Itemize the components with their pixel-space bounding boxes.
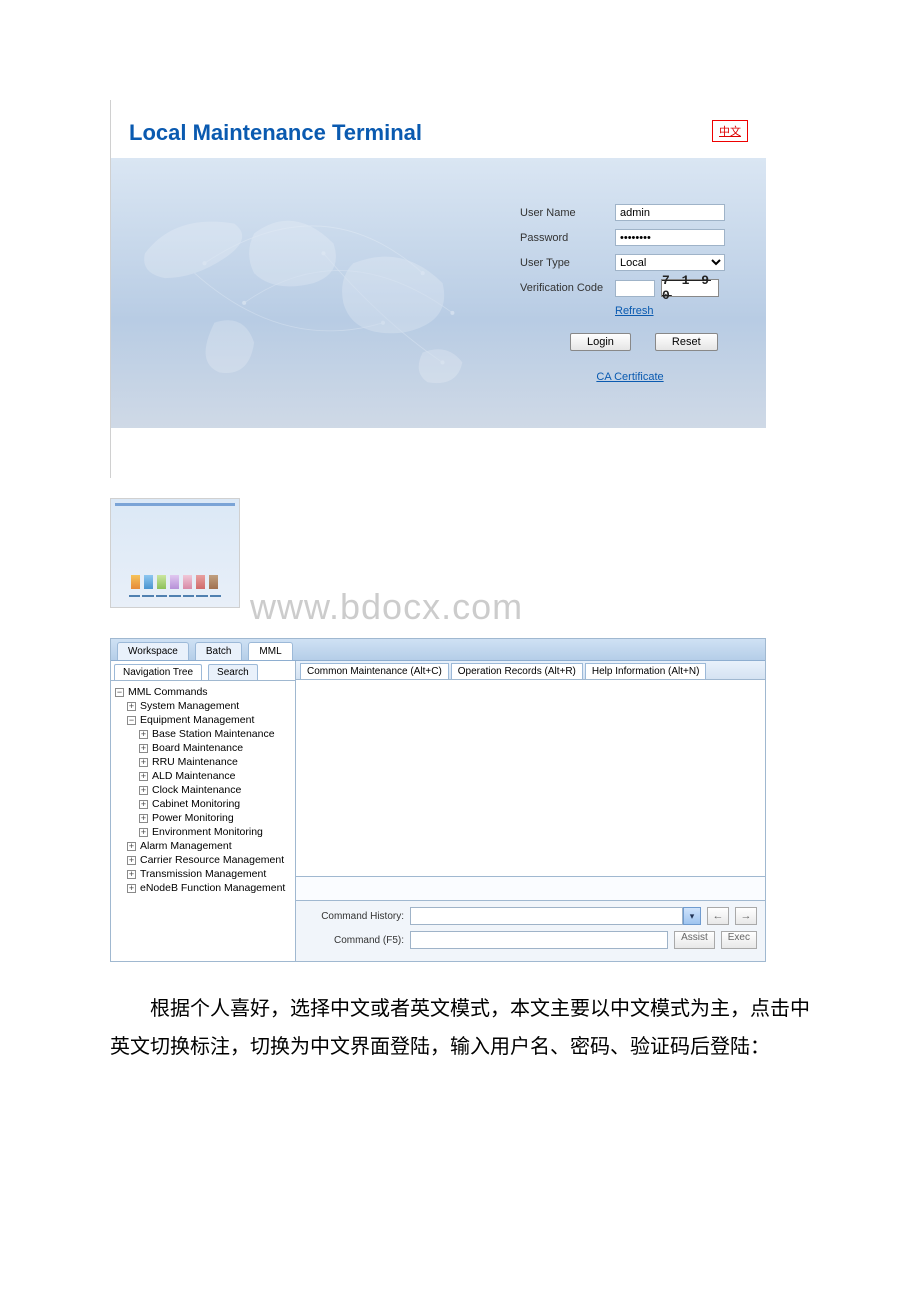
world-map-icon — [127, 174, 520, 412]
tree-item-label: Carrier Resource Management — [140, 853, 284, 867]
tree-item[interactable]: −Equipment Management — [115, 713, 291, 727]
workbench-window: Workspace Batch MML Navigation Tree Sear… — [110, 638, 766, 962]
tree-expand-icon[interactable]: + — [127, 870, 136, 879]
username-label: User Name — [520, 207, 615, 219]
tree-expand-icon[interactable]: + — [139, 758, 148, 767]
history-dropdown-button[interactable]: ▾ — [683, 907, 701, 925]
login-footer — [111, 428, 766, 478]
tree-item[interactable]: + Base Station Maintenance — [115, 727, 291, 741]
password-label: Password — [520, 232, 615, 244]
login-header: Local Maintenance Terminal 中文 — [111, 100, 766, 158]
tree-item[interactable]: + Board Maintenance — [115, 741, 291, 755]
command-input[interactable] — [410, 931, 668, 949]
tree-expand-icon[interactable]: + — [127, 884, 136, 893]
main-panel: Common Maintenance (Alt+C) Operation Rec… — [296, 661, 765, 961]
tree-expand-icon[interactable]: − — [127, 716, 136, 725]
tree-item-label: Base Station Maintenance — [152, 727, 275, 741]
tree-item-label: Board Maintenance — [152, 741, 243, 755]
tree-item[interactable]: + Power Monitoring — [115, 811, 291, 825]
vcode-input[interactable] — [615, 280, 655, 297]
command-label: Command (F5): — [304, 935, 404, 946]
tree-item-label: Cabinet Monitoring — [152, 797, 240, 811]
tree-item-label: RRU Maintenance — [152, 755, 238, 769]
usertype-label: User Type — [520, 257, 615, 269]
thumbnail-image — [110, 498, 240, 608]
watermark-text: www.bdocx.com — [250, 586, 810, 628]
tree-item-label: ALD Maintenance — [152, 769, 235, 783]
username-input[interactable] — [615, 204, 725, 221]
tree-expand-icon[interactable]: + — [139, 730, 148, 739]
tree-item[interactable]: + Carrier Resource Management — [115, 853, 291, 867]
main-tab-common-maintenance[interactable]: Common Maintenance (Alt+C) — [300, 663, 449, 679]
navigation-tree: − MML Commands +System Management−Equipm… — [111, 681, 295, 961]
tree-item[interactable]: + System Management — [115, 699, 291, 713]
login-button[interactable]: Login — [570, 333, 631, 351]
workbench-tabs: Workspace Batch MML — [111, 639, 765, 661]
usertype-select[interactable]: Local — [615, 254, 725, 271]
ca-certificate-link[interactable]: CA Certificate — [596, 371, 663, 383]
tree-expand-icon[interactable]: + — [139, 786, 148, 795]
tree-item-label: Clock Maintenance — [152, 783, 241, 797]
language-switch-link[interactable]: 中文 — [712, 120, 748, 142]
tree-item[interactable]: + Cabinet Monitoring — [115, 797, 291, 811]
password-input[interactable] — [615, 229, 725, 246]
exec-button[interactable]: Exec — [721, 931, 757, 949]
tree-expand-icon[interactable]: + — [127, 702, 136, 711]
tree-item-label: Alarm Management — [140, 839, 232, 853]
tree-expand-icon[interactable]: + — [127, 856, 136, 865]
tab-mml[interactable]: MML — [248, 642, 292, 660]
body-paragraph: 根据个人喜好，选择中文或者英文模式，本文主要以中文模式为主，点击中英文切换标注，… — [110, 990, 810, 1066]
tree-item[interactable]: + RRU Maintenance — [115, 755, 291, 769]
tree-item[interactable]: + eNodeB Function Management — [115, 881, 291, 895]
vcode-label: Verification Code — [520, 282, 615, 294]
tree-item-label: Equipment Management — [140, 713, 254, 727]
assist-button[interactable]: Assist — [674, 931, 715, 949]
sidebar: Navigation Tree Search − MML Commands + S… — [111, 661, 296, 961]
tree-item[interactable]: + Transmission Management — [115, 867, 291, 881]
login-body: User Name Password User Type Local Verif… — [111, 158, 766, 428]
vcode-image: 7 1 9 0 — [661, 279, 719, 297]
param-area — [296, 877, 765, 901]
reset-button[interactable]: Reset — [655, 333, 718, 351]
tree-expand-icon[interactable]: + — [127, 842, 136, 851]
tree-item[interactable]: + Environment Monitoring — [115, 825, 291, 839]
login-window: Local Maintenance Terminal 中文 — [110, 100, 766, 478]
tree-item-label: Environment Monitoring — [152, 825, 263, 839]
tree-item-label: System Management — [140, 699, 239, 713]
login-form: User Name Password User Type Local Verif… — [520, 174, 750, 412]
history-next-button[interactable]: → — [735, 907, 757, 925]
tree-root-label: MML Commands — [128, 685, 208, 699]
tree-root[interactable]: − MML Commands — [115, 685, 291, 699]
tree-expand-icon[interactable]: + — [139, 772, 148, 781]
login-title: Local Maintenance Terminal — [129, 120, 422, 146]
tree-item[interactable]: + Alarm Management — [115, 839, 291, 853]
tab-batch[interactable]: Batch — [195, 642, 243, 660]
tree-expand-icon[interactable]: + — [139, 828, 148, 837]
tree-item-label: Power Monitoring — [152, 811, 234, 825]
history-prev-button[interactable]: ← — [707, 907, 729, 925]
tree-expand-icon[interactable]: + — [139, 744, 148, 753]
main-tab-operation-records[interactable]: Operation Records (Alt+R) — [451, 663, 583, 679]
sidebar-tab-navigation-tree[interactable]: Navigation Tree — [114, 664, 202, 680]
command-history-input[interactable] — [410, 907, 683, 925]
refresh-link[interactable]: Refresh — [615, 305, 654, 317]
tree-expand-icon[interactable]: + — [139, 800, 148, 809]
main-tab-help-information[interactable]: Help Information (Alt+N) — [585, 663, 707, 679]
command-area: Command History: ▾ ← → Command (F5): — [296, 901, 765, 961]
tree-collapse-icon[interactable]: − — [115, 688, 124, 697]
command-history-label: Command History: — [304, 911, 404, 922]
sidebar-tab-search[interactable]: Search — [208, 664, 258, 680]
tree-item[interactable]: + Clock Maintenance — [115, 783, 291, 797]
tree-item-label: eNodeB Function Management — [140, 881, 285, 895]
tree-expand-icon[interactable]: + — [139, 814, 148, 823]
tree-item-label: Transmission Management — [140, 867, 266, 881]
output-area — [296, 680, 765, 877]
tab-workspace[interactable]: Workspace — [117, 642, 189, 660]
tree-item[interactable]: + ALD Maintenance — [115, 769, 291, 783]
